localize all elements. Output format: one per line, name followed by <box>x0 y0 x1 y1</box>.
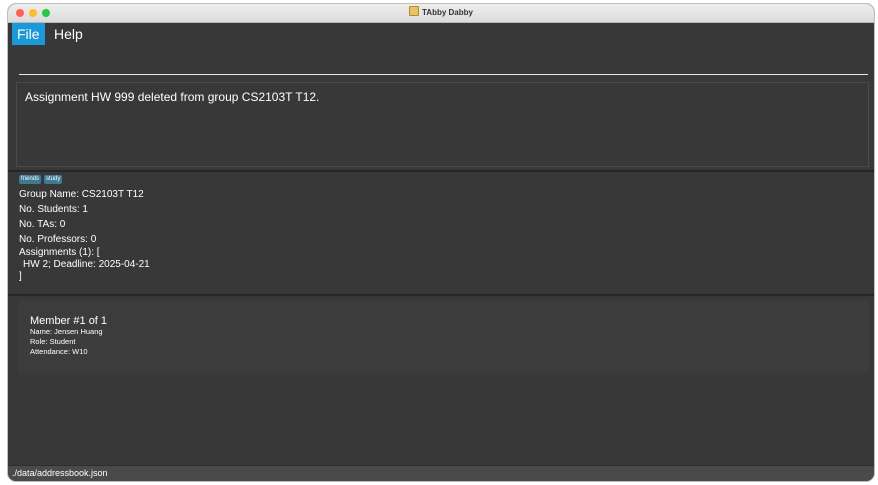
status-bar: ./data/addressbook.json <box>8 465 874 481</box>
title-bar: TAbby Dabby <box>8 4 874 23</box>
data-file-path: ./data/addressbook.json <box>12 468 108 478</box>
member-list: Member #1 of 1 Name: Jensen Huang Role: … <box>8 296 874 467</box>
command-box <box>8 46 874 79</box>
group-professor-count: No. Professors: 0 <box>19 234 97 245</box>
window-title: TAbby Dabby <box>8 4 874 22</box>
group-tags: friends study <box>19 175 874 185</box>
member-card[interactable]: Member #1 of 1 Name: Jensen Huang Role: … <box>18 300 869 373</box>
command-input[interactable] <box>19 54 868 75</box>
result-display: Assignment HW 999 deleted from group CS2… <box>8 79 874 170</box>
tag-friends: friends <box>19 175 42 184</box>
group-panel: friends study Group Name: CS2103T T12 No.… <box>8 172 874 294</box>
assignments-header: Assignments (1): [ <box>19 247 100 258</box>
menu-help[interactable]: Help <box>49 23 88 45</box>
group-name: Group Name: CS2103T T12 <box>19 189 144 200</box>
window-title-text: TAbby Dabby <box>422 8 473 17</box>
assignments-close: ] <box>19 271 22 282</box>
group-student-count: No. Students: 1 <box>19 204 88 215</box>
menu-bar: File Help <box>8 23 874 45</box>
member-role: Role: Student <box>30 337 76 346</box>
assignment-item: HW 2; Deadline: 2025-04-21 <box>23 259 150 270</box>
result-message[interactable]: Assignment HW 999 deleted from group CS2… <box>16 82 869 167</box>
member-attendance: Attendance: W10 <box>30 347 88 356</box>
app-window: TAbby Dabby File Help Assignment HW 999 … <box>8 4 874 481</box>
app-icon <box>409 6 420 16</box>
member-title: Member #1 of 1 <box>30 315 108 327</box>
tag-study: study <box>44 175 63 184</box>
menu-file[interactable]: File <box>12 23 45 45</box>
group-ta-count: No. TAs: 0 <box>19 219 66 230</box>
member-name: Name: Jensen Huang <box>30 327 103 336</box>
